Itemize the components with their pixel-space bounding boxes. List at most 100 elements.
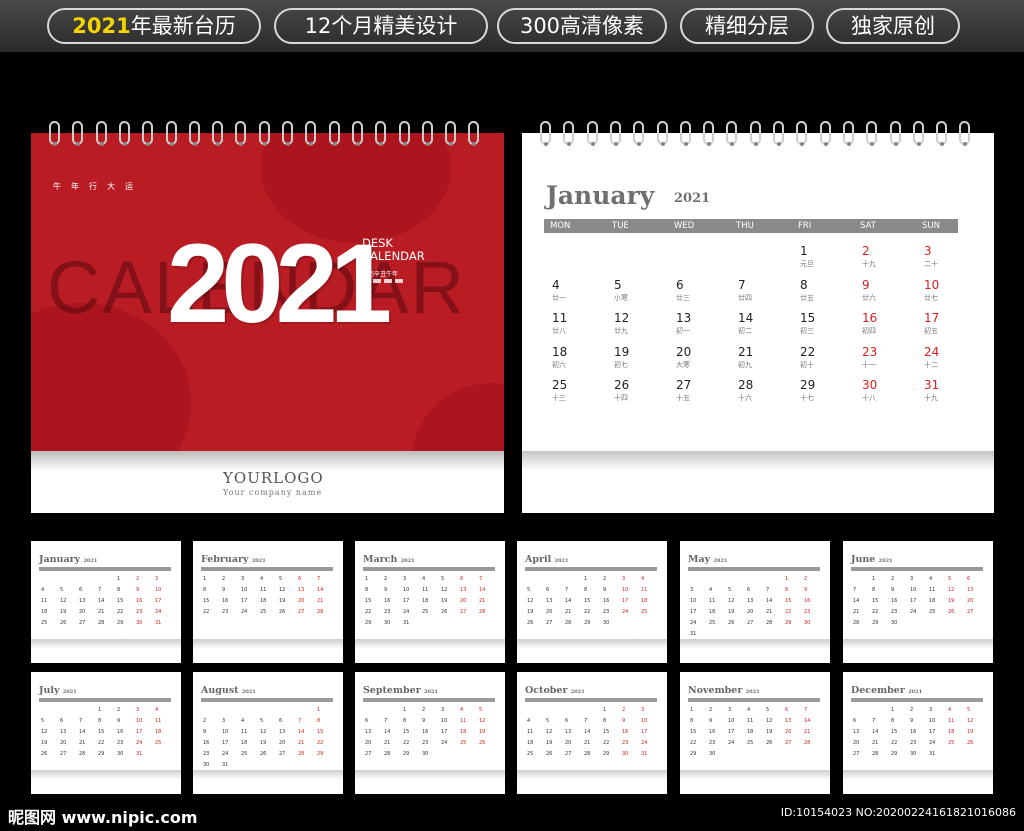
thumbnail-day: 1 [403, 707, 407, 713]
thumbnail-day: 21 [853, 609, 860, 615]
thumbnail-day: 3 [241, 576, 245, 582]
day-number: 13 [676, 311, 692, 325]
cover-year: 2021 [167, 221, 392, 346]
thumbnail-day: 28 [98, 620, 105, 626]
thumbnail-day: 16 [910, 729, 917, 735]
thumbnail-day: 6 [967, 576, 971, 582]
thumbnail-day: 18 [709, 609, 716, 615]
day-number: 10 [924, 277, 940, 292]
thumbnail-day: 20 [60, 740, 67, 746]
thumbnail-day: 9 [422, 718, 426, 724]
thumbnail-month-name: February [201, 554, 252, 565]
thumbnail-day: 7 [384, 718, 388, 724]
month-thumbnail: May 2021 1 2 3 4 5 6 7 8 9 10 11 12 13 14 15 16 17 18 19 20 2… [680, 541, 830, 663]
thumbnail-day: 31 [136, 751, 143, 757]
thumbnail-shadow [843, 770, 993, 780]
thumbnail-day: 4 [527, 718, 531, 724]
thumbnail-day: 22 [365, 609, 372, 615]
thumbnail-day: 8 [98, 718, 102, 724]
thumbnail-day: 28 [804, 740, 811, 746]
thumbnail-day: 4 [948, 707, 952, 713]
thumbnail-day: 12 [260, 729, 267, 735]
thumbnail-day: 1 [872, 576, 876, 582]
thumbnail-day: 4 [422, 576, 426, 582]
day-number: 23 [862, 344, 878, 359]
thumbnail-day: 30 [384, 620, 391, 626]
thumbnail-day: 31 [690, 631, 697, 637]
lunar-date: 初六 [552, 360, 566, 369]
thumbnail-shadow [193, 770, 343, 780]
spiral-ring [49, 121, 60, 146]
thumbnail-day: 19 [279, 598, 286, 604]
thumbnail-day: 14 [384, 729, 391, 735]
thumbnail-day: 1 [690, 707, 694, 713]
thumbnail-day: 10 [403, 587, 410, 593]
thumbnail-weekday-header [201, 567, 333, 571]
thumbnail-month-name: December [851, 685, 909, 696]
thumbnail-day: 17 [622, 598, 629, 604]
thumbnail-day: 21 [298, 740, 305, 746]
weekday-header: MON TUE WED THU FRI SAT SUN [544, 219, 958, 233]
thumbnail-shadow [517, 639, 667, 649]
thumbnail-month-name: November [688, 685, 746, 696]
thumbnail-day: 1 [203, 576, 207, 582]
thumbnail-month-year: 2021 [62, 689, 77, 695]
thumbnail-day: 14 [804, 718, 811, 724]
thumbnail-day: 24 [641, 740, 648, 746]
thumbnail-day: 15 [403, 729, 410, 735]
thumbnail-day: 5 [546, 718, 550, 724]
thumbnail-day: 4 [460, 707, 464, 713]
thumbnail-day: 14 [79, 729, 86, 735]
thumbnail-day: 16 [709, 729, 716, 735]
thumbnail-day: 5 [279, 576, 283, 582]
thumbnail-day: 7 [584, 718, 588, 724]
weekday-label: MON [550, 221, 571, 231]
thumbnail-day: 4 [641, 576, 645, 582]
thumbnail-month-title: October 2021 [525, 685, 585, 696]
thumbnail-day: 18 [747, 729, 754, 735]
thumbnail-day: 10 [441, 718, 448, 724]
thumbnail-month-year: 2021 [424, 689, 438, 695]
thumbnail-day: 6 [853, 718, 857, 724]
banner-tag-original: 独家原创 [826, 8, 960, 44]
thumbnail-day: 11 [527, 729, 534, 735]
thumbnail-day: 10 [622, 587, 629, 593]
thumbnail-day: 17 [910, 598, 917, 604]
thumbnail-day: 15 [584, 598, 591, 604]
thumbnail-day: 28 [872, 751, 879, 757]
spiral-ring [819, 121, 831, 146]
spiral-ring [165, 121, 177, 146]
banner-tag-new-calendar: 2021年最新台历 [47, 8, 261, 44]
thumbnail-day: 5 [479, 707, 483, 713]
thumbnail-day: 19 [479, 729, 486, 735]
thumbnail-day: 23 [136, 609, 143, 615]
thumbnail-day: 20 [546, 609, 553, 615]
thumbnail-day: 13 [853, 729, 860, 735]
thumbnail-day: 8 [785, 587, 789, 593]
weekday-label: SUN [922, 221, 940, 231]
thumbnail-day: 10 [929, 718, 936, 724]
thumbnail-day: 14 [98, 598, 105, 604]
thumbnail-day: 28 [565, 620, 572, 626]
banner-tag-text: 300高清像素 [519, 14, 645, 38]
spiral-ring [235, 121, 247, 146]
thumbnail-day: 27 [460, 609, 467, 615]
spiral-binding [31, 121, 504, 146]
thumbnail-day: 13 [365, 729, 372, 735]
thumbnail-day: 2 [622, 707, 626, 713]
thumbnail-day: 11 [747, 718, 754, 724]
thumbnail-month-year: 2021 [878, 558, 893, 564]
thumbnail-month-year: 2021 [745, 689, 760, 695]
thumbnail-day: 11 [948, 718, 955, 724]
thumbnail-month-name: September [363, 685, 425, 696]
thumbnail-shadow [193, 639, 343, 649]
thumbnail-day: 27 [546, 620, 553, 626]
thumbnail-day: 25 [709, 620, 716, 626]
thumbnail-weekday-header [363, 567, 495, 571]
thumbnail-day: 19 [260, 740, 267, 746]
thumbnail-day: 22 [891, 740, 898, 746]
thumbnail-day: 10 [641, 718, 648, 724]
thumbnail-day: 6 [565, 718, 569, 724]
thumbnail-day: 10 [136, 718, 143, 724]
thumbnail-day: 23 [804, 609, 811, 615]
